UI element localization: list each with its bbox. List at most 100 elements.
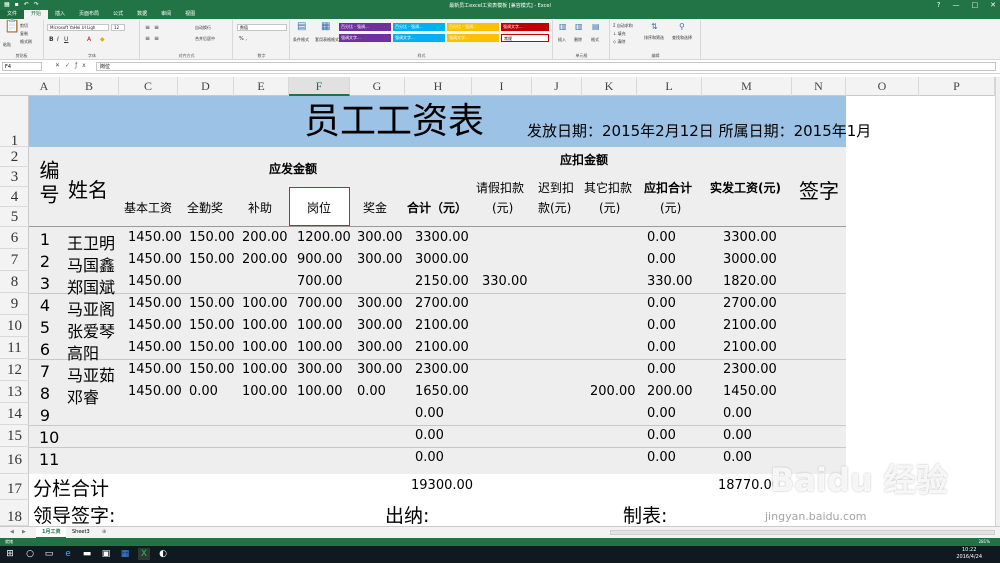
cell-base-salary[interactable]: 1450.00 bbox=[128, 252, 182, 267]
tab-page-layout[interactable]: 页面布局 bbox=[72, 10, 106, 19]
cell-allowance[interactable]: 200.00 bbox=[242, 230, 288, 245]
cell-position[interactable]: 700.00 bbox=[297, 296, 343, 311]
cell-attendance[interactable]: 150.00 bbox=[189, 230, 235, 245]
cell-deduct-total[interactable]: 0.00 bbox=[647, 340, 676, 355]
format-painter-button[interactable]: 格式刷 bbox=[20, 39, 32, 45]
tab-view[interactable]: 视图 bbox=[178, 10, 202, 19]
cancel-icon[interactable]: ✕ bbox=[55, 62, 65, 69]
delete-cells-icon[interactable]: ▥ bbox=[575, 23, 583, 31]
underline-button[interactable]: U bbox=[64, 36, 68, 43]
cell-bonus[interactable]: 300.00 bbox=[357, 252, 403, 267]
sheet-tab-sheet3[interactable]: Sheet3 bbox=[66, 527, 96, 538]
cell-bonus[interactable]: 300.00 bbox=[357, 340, 403, 355]
copy-button[interactable]: 复制 bbox=[20, 31, 28, 37]
cell-total[interactable]: 2100.00 bbox=[415, 340, 469, 355]
cell-id[interactable]: 1 bbox=[39, 230, 51, 249]
cell-base-salary[interactable]: 1450.00 bbox=[128, 318, 182, 333]
column-header-f[interactable]: F bbox=[289, 77, 350, 96]
row-header-17[interactable]: 17 bbox=[0, 474, 29, 500]
cell-attendance[interactable]: 150.00 bbox=[189, 362, 235, 377]
cell-deduct-total[interactable]: 200.00 bbox=[647, 384, 693, 399]
cell-total[interactable]: 0.00 bbox=[415, 406, 444, 421]
table-format-icon[interactable]: ▦ bbox=[321, 22, 330, 32]
row-header-3[interactable]: 3 bbox=[0, 167, 29, 187]
system-clock[interactable]: 10:22 2016/4/24 bbox=[956, 547, 982, 561]
conditional-format-button[interactable]: 条件格式 bbox=[293, 37, 309, 43]
column-header-h[interactable]: H bbox=[405, 77, 472, 96]
cell-base-salary[interactable]: 1450.00 bbox=[128, 384, 182, 399]
row-header-5[interactable]: 5 bbox=[0, 207, 29, 227]
horizontal-scrollbar[interactable] bbox=[610, 530, 995, 535]
cell-name[interactable]: 高阳 bbox=[67, 340, 99, 364]
cell-position[interactable]: 100.00 bbox=[297, 384, 343, 399]
row-header-15[interactable]: 15 bbox=[0, 425, 29, 447]
cell-net-salary[interactable]: 0.00 bbox=[723, 428, 752, 443]
sort-filter-button[interactable]: 排序和筛选 bbox=[644, 35, 664, 41]
cell-net-salary[interactable]: 3300.00 bbox=[723, 230, 777, 245]
clear-button[interactable]: ◇ 清除 bbox=[613, 39, 625, 45]
row-header-12[interactable]: 12 bbox=[0, 359, 29, 381]
cell-id[interactable]: 5 bbox=[39, 318, 51, 337]
cell-net-salary[interactable]: 2700.00 bbox=[723, 296, 777, 311]
row-header-14[interactable]: 14 bbox=[0, 403, 29, 425]
cell-total[interactable]: 2700.00 bbox=[415, 296, 469, 311]
cell-net-salary[interactable]: 2100.00 bbox=[723, 318, 777, 333]
column-header-m[interactable]: M bbox=[702, 77, 792, 96]
cell-attendance[interactable]: 150.00 bbox=[189, 340, 235, 355]
task-view-icon[interactable]: ▭ bbox=[43, 548, 55, 560]
cell-net-salary[interactable]: 1820.00 bbox=[723, 274, 777, 289]
align-top-icon[interactable]: ≡ bbox=[145, 24, 150, 31]
cell-name[interactable]: 马亚阁 bbox=[67, 296, 115, 320]
start-icon[interactable]: ⊞ bbox=[4, 548, 16, 560]
cell-id[interactable]: 8 bbox=[39, 384, 51, 403]
cell-base-salary[interactable]: 1450.00 bbox=[128, 340, 182, 355]
cell-id[interactable]: 4 bbox=[39, 296, 51, 315]
column-header-j[interactable]: J bbox=[532, 77, 582, 96]
autosum-button[interactable]: Σ 自动求和 bbox=[613, 23, 633, 29]
format-cells-button[interactable]: 格式 bbox=[591, 37, 599, 43]
style-accent-4[interactable]: 强调文字... bbox=[501, 23, 549, 31]
paste-button[interactable]: 粘贴 bbox=[3, 42, 11, 48]
cell-total[interactable]: 3300.00 bbox=[415, 230, 469, 245]
row-header-4[interactable]: 4 bbox=[0, 187, 29, 207]
help-button[interactable]: ? bbox=[937, 0, 941, 10]
cell-net-salary[interactable]: 2300.00 bbox=[723, 362, 777, 377]
cell-id[interactable]: 3 bbox=[39, 274, 51, 293]
cell-net-salary[interactable]: 1450.00 bbox=[723, 384, 777, 399]
style-emphasis-3[interactable]: 强调文字... bbox=[447, 34, 499, 42]
row-header-1[interactable]: 1 bbox=[0, 96, 29, 149]
cell-total[interactable]: 3000.00 bbox=[415, 252, 469, 267]
tab-data[interactable]: 数据 bbox=[130, 10, 154, 19]
cell-name[interactable]: 马国鑫 bbox=[67, 252, 115, 276]
cell-deduct-total[interactable]: 0.00 bbox=[647, 230, 676, 245]
cell-deduct-total[interactable]: 0.00 bbox=[647, 252, 676, 267]
cell-name[interactable]: 马亚茹 bbox=[67, 362, 115, 386]
cell-attendance[interactable]: 0.00 bbox=[189, 384, 218, 399]
insert-cells-button[interactable]: 插入 bbox=[558, 37, 566, 43]
cell-allowance[interactable]: 200.00 bbox=[242, 252, 288, 267]
style-emphasis-2[interactable]: 强调文字... bbox=[393, 34, 445, 42]
find-select-icon[interactable]: ⚲ bbox=[679, 23, 685, 31]
font-name-select[interactable]: Microsoft YaHei UI Ligh bbox=[47, 24, 109, 31]
minimize-button[interactable]: — bbox=[953, 0, 960, 10]
cell-other-deduct[interactable]: 200.00 bbox=[590, 384, 636, 399]
cell-name[interactable]: 邓睿 bbox=[67, 384, 99, 408]
row-header-18[interactable]: 18 bbox=[0, 500, 29, 526]
cell-base-salary[interactable]: 1450.00 bbox=[128, 230, 182, 245]
row-header-16[interactable]: 16 bbox=[0, 447, 29, 474]
align-center-icon[interactable]: ≡ bbox=[154, 35, 159, 42]
vertical-scrollbar[interactable] bbox=[995, 77, 1000, 526]
cell-bonus[interactable]: 0.00 bbox=[357, 384, 386, 399]
cell-deduct-total[interactable]: 0.00 bbox=[647, 450, 676, 465]
cell-position[interactable]: 100.00 bbox=[297, 340, 343, 355]
bold-button[interactable]: B bbox=[49, 36, 54, 43]
conditional-format-icon[interactable]: ▤ bbox=[297, 22, 306, 32]
cell-deduct-total[interactable]: 0.00 bbox=[647, 318, 676, 333]
app-icon[interactable]: ▦ bbox=[119, 548, 131, 560]
cell-total[interactable]: 2150.00 bbox=[415, 274, 469, 289]
cell-deduct-total[interactable]: 0.00 bbox=[647, 428, 676, 443]
name-box[interactable]: F4 bbox=[2, 62, 42, 71]
browser-icon[interactable]: ◐ bbox=[157, 548, 169, 560]
row-header-6[interactable]: 6 bbox=[0, 227, 29, 249]
tab-formulas[interactable]: 公式 bbox=[106, 10, 130, 19]
